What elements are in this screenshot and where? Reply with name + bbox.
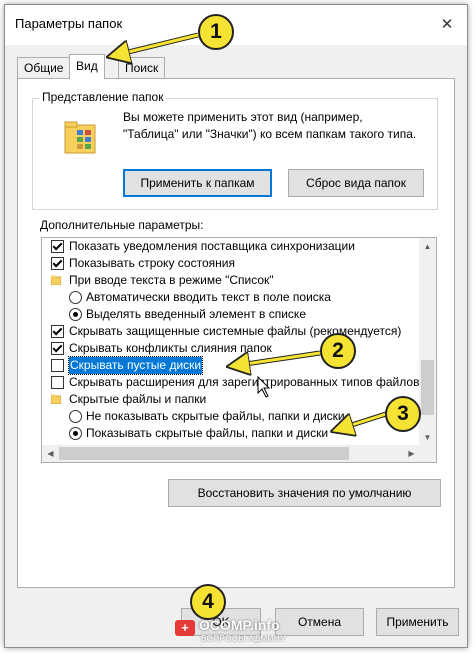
annotation-badge-2: 2 (320, 333, 356, 369)
annotation-arrows (0, 32, 387, 653)
arrow-3 (336, 412, 387, 430)
annotation-badge-4: 4 (190, 584, 226, 620)
plus-icon: + (175, 620, 195, 636)
watermark-subtext: ВОПРОСЫ АДМИНУ (201, 634, 286, 643)
arrow-2 (232, 353, 321, 366)
watermark-text: OCOMP.info (199, 617, 280, 633)
mouse-cursor-icon (257, 375, 271, 398)
annotation-badge-1: 1 (198, 14, 234, 50)
annotation-badge-3: 3 (385, 396, 421, 432)
arrow-1 (112, 33, 199, 56)
watermark: + OCOMP.info ВОПРОСЫ АДМИНУ (175, 616, 315, 646)
